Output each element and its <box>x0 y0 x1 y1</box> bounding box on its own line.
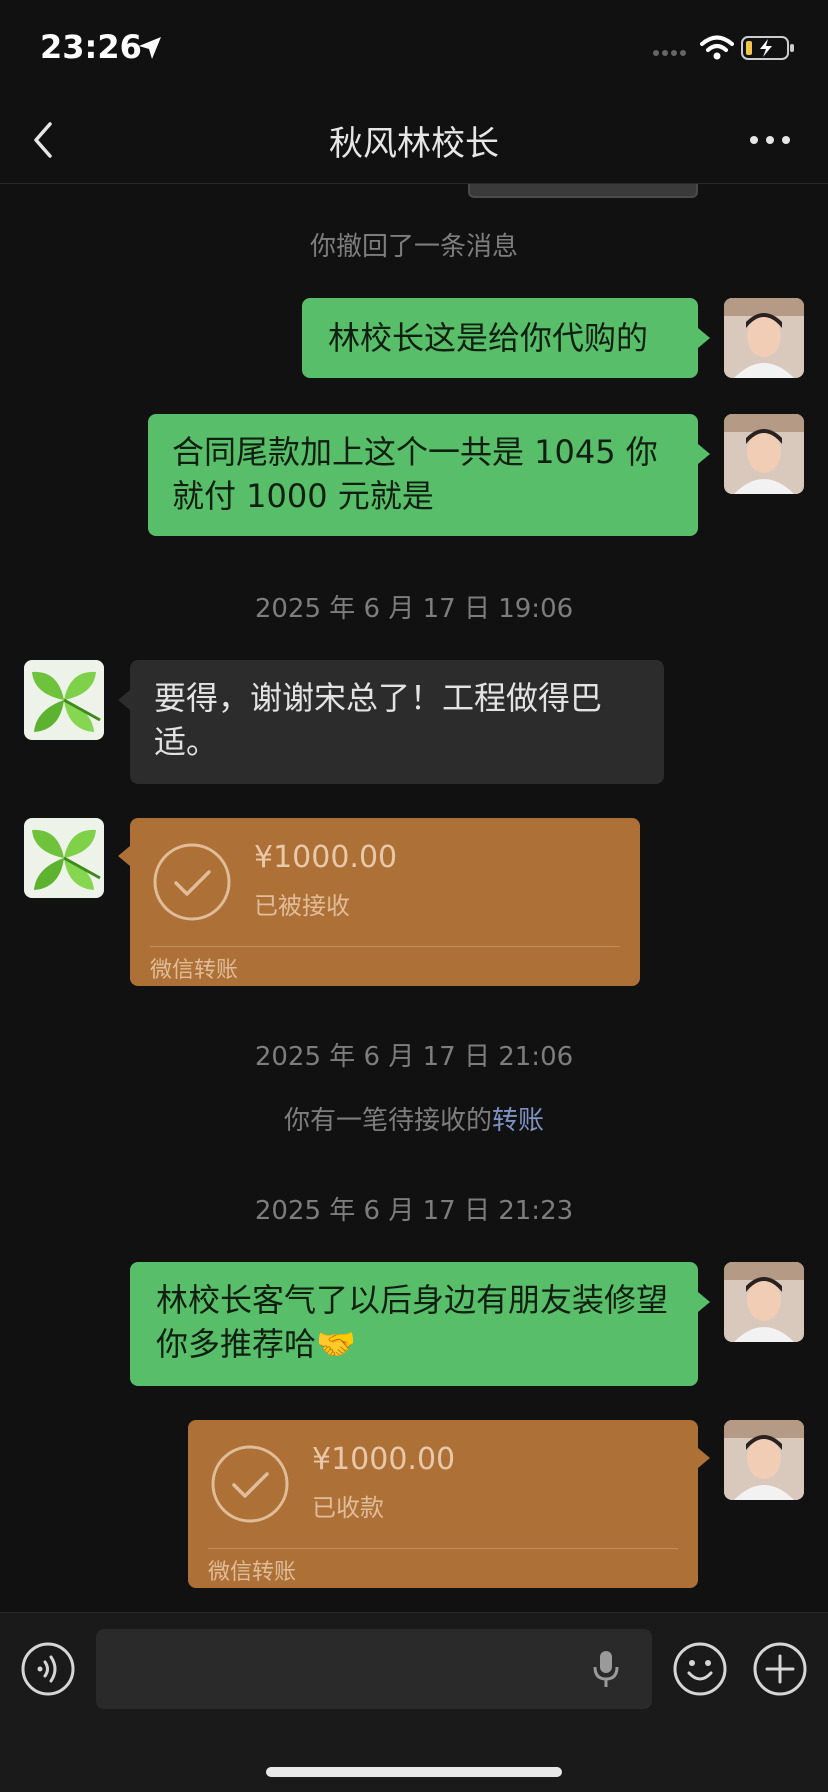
input-bar <box>0 1612 828 1792</box>
person-avatar-icon <box>724 1420 804 1500</box>
home-indicator[interactable] <box>266 1767 562 1777</box>
pending-transfer-notice: 你有一笔待接收的转账 <box>0 1100 828 1137</box>
message-list[interactable]: 你撤回了一条消息 林校长这是给你代购的 合同尾款加上这个一共是 1045 你就付… <box>0 184 828 1612</box>
check-circle-icon <box>153 843 231 921</box>
message-bubble-mine[interactable]: 合同尾款加上这个一共是 1045 你就付 1000 元就是 <box>148 414 710 536</box>
leaf-avatar-icon <box>24 818 104 898</box>
status-bar: 23:26 <box>0 0 828 96</box>
transfer-divider <box>150 946 620 947</box>
transfer-amount: ¥1000.00 <box>312 1442 456 1477</box>
status-time: 23:26 <box>40 28 142 66</box>
emoji-icon[interactable] <box>672 1641 728 1697</box>
contact-avatar[interactable] <box>24 818 104 898</box>
leaf-avatar-icon <box>24 660 104 740</box>
check-circle-icon <box>211 1445 289 1523</box>
chat-title: 秋风林校长 <box>329 124 499 164</box>
transfer-divider <box>208 1548 678 1549</box>
message-bubble-mine[interactable]: 林校长这是给你代购的 <box>302 298 710 378</box>
more-dots-icon[interactable] <box>748 126 792 154</box>
pending-transfer-link[interactable]: 转账 <box>492 1106 544 1136</box>
pending-notice-text: 你有一笔待接收的 <box>283 1106 492 1136</box>
contact-avatar[interactable] <box>24 660 104 740</box>
timestamp: 2025 年 6 月 17 日 21:23 <box>254 1196 574 1226</box>
mic-icon[interactable] <box>590 1647 622 1691</box>
my-avatar[interactable] <box>724 414 804 494</box>
timestamp: 2025 年 6 月 17 日 19:06 <box>254 594 574 624</box>
recall-notice: 你撤回了一条消息 <box>309 232 518 262</box>
message-bubble-mine[interactable]: 林校长客气了以后身边有朋友装修望你多推荐哈🤝 <box>130 1262 710 1386</box>
transfer-amount: ¥1000.00 <box>254 840 398 875</box>
transfer-label: 微信转账 <box>150 958 239 983</box>
transfer-card-received[interactable]: ¥1000.00 已被接收 微信转账 <box>118 818 640 986</box>
voice-icon[interactable] <box>20 1641 76 1697</box>
message-bubble-theirs[interactable]: 要得，谢谢宋总了！工程做得巴适。 <box>118 660 664 784</box>
location-arrow-icon <box>139 37 161 59</box>
transfer-status: 已收款 <box>312 1494 384 1522</box>
my-avatar[interactable] <box>724 298 804 378</box>
transfer-status: 已被接收 <box>254 892 350 920</box>
timestamp: 2025 年 6 月 17 日 21:06 <box>254 1042 574 1072</box>
transfer-card-sent[interactable]: ¥1000.00 已收款 微信转账 <box>188 1420 710 1588</box>
my-avatar[interactable] <box>724 1262 804 1342</box>
person-avatar-icon <box>724 1262 804 1342</box>
wifi-icon <box>700 35 734 60</box>
nav-bar: 秋风林校长 <box>0 96 828 184</box>
image-message-partial[interactable] <box>468 184 698 198</box>
battery-charging-icon <box>741 36 794 60</box>
message-input[interactable] <box>96 1629 652 1709</box>
transfer-label: 微信转账 <box>208 1560 297 1585</box>
chat-screen: 23:26 秋风林校长 你撤回了一条消息 林校长这是给你代购的 合同尾款加上这个… <box>0 0 828 1792</box>
signal-icon <box>653 50 686 56</box>
person-avatar-icon <box>724 298 804 378</box>
person-avatar-icon <box>724 414 804 494</box>
my-avatar[interactable] <box>724 1420 804 1500</box>
plus-icon[interactable] <box>752 1641 808 1697</box>
